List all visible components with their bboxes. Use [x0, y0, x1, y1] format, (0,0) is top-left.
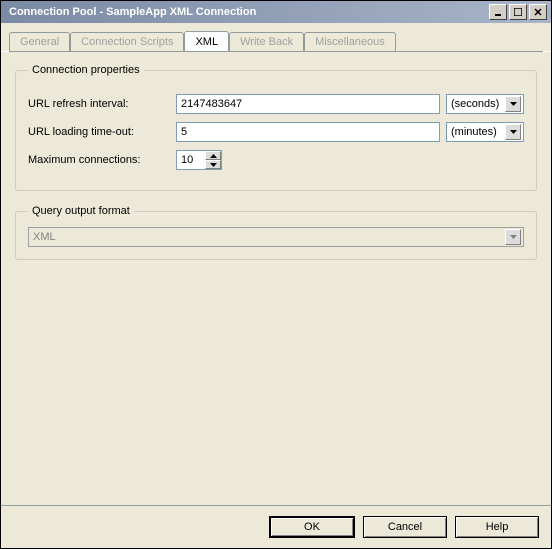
url-timeout-unit-select[interactable]: (minutes)	[446, 122, 524, 142]
chevron-down-icon	[505, 124, 521, 140]
max-connections-label: Maximum connections:	[28, 154, 170, 166]
titlebar: Connection Pool - SampleApp XML Connecti…	[1, 1, 551, 23]
spin-down-button[interactable]	[205, 160, 221, 169]
url-refresh-input[interactable]	[176, 94, 440, 114]
tab-xml[interactable]: XML	[184, 31, 229, 51]
chevron-down-icon	[505, 96, 521, 112]
maximize-button[interactable]	[509, 4, 527, 20]
minimize-button[interactable]	[489, 4, 507, 20]
dialog-window: Connection Pool - SampleApp XML Connecti…	[0, 0, 552, 549]
connection-properties-group: Connection properties URL refresh interv…	[15, 64, 537, 191]
ok-button[interactable]: OK	[269, 516, 355, 538]
tab-general[interactable]: General	[9, 32, 70, 52]
spin-up-button[interactable]	[205, 151, 221, 160]
max-connections-spinner[interactable]	[176, 150, 222, 170]
max-connections-row: Maximum connections:	[28, 150, 524, 170]
tabstrip: General Connection Scripts XML Write Bac…	[1, 23, 551, 52]
query-output-value: XML	[33, 231, 56, 243]
url-refresh-unit-value: (seconds)	[451, 98, 499, 110]
url-refresh-row: URL refresh interval: (seconds)	[28, 94, 524, 114]
url-timeout-label: URL loading time-out:	[28, 126, 170, 138]
dialog-footer: OK Cancel Help	[1, 505, 551, 548]
url-timeout-row: URL loading time-out: (minutes)	[28, 122, 524, 142]
tab-write-back[interactable]: Write Back	[229, 32, 304, 52]
query-output-select: XML	[28, 227, 524, 247]
connection-properties-legend: Connection properties	[28, 64, 144, 76]
url-timeout-unit-value: (minutes)	[451, 126, 497, 138]
close-button[interactable]	[529, 4, 547, 20]
tab-miscellaneous[interactable]: Miscellaneous	[304, 32, 396, 52]
window-title: Connection Pool - SampleApp XML Connecti…	[5, 6, 487, 18]
max-connections-input[interactable]	[177, 151, 205, 169]
url-refresh-unit-select[interactable]: (seconds)	[446, 94, 524, 114]
chevron-down-icon	[505, 229, 521, 245]
tab-connection-scripts[interactable]: Connection Scripts	[70, 32, 184, 52]
tab-content: Connection properties URL refresh interv…	[1, 52, 551, 505]
query-output-group: Query output format XML	[15, 205, 537, 260]
help-button[interactable]: Help	[455, 516, 539, 538]
query-output-legend: Query output format	[28, 205, 134, 217]
spinner-buttons	[205, 151, 221, 169]
url-timeout-input[interactable]	[176, 122, 440, 142]
cancel-button[interactable]: Cancel	[363, 516, 447, 538]
url-refresh-label: URL refresh interval:	[28, 98, 170, 110]
